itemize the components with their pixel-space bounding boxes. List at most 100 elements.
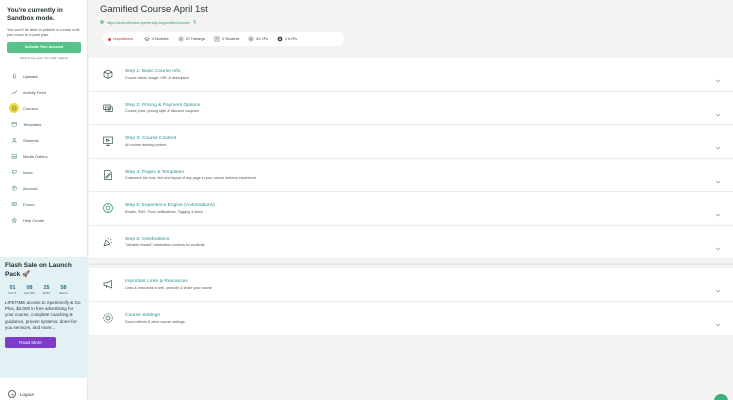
status-badge[interactable]: Unpublished bbox=[108, 37, 133, 41]
inbox-icon bbox=[9, 167, 19, 177]
templates-icon bbox=[9, 119, 19, 129]
chevron-down-icon[interactable] bbox=[715, 315, 721, 327]
step-celebrations[interactable]: Step 6: Celebrations "Variable reward" ce… bbox=[89, 226, 733, 259]
sidebar-item-help-center[interactable]: Help Center bbox=[0, 212, 87, 228]
kxps-stat: 0 KXPs bbox=[277, 36, 297, 42]
sidebar-item-courses[interactable]: Courses bbox=[0, 100, 87, 116]
modules-icon bbox=[144, 36, 150, 42]
important-links-resources[interactable]: Important Links & Resources Links & resou… bbox=[89, 268, 733, 302]
countdown-secs: 58 SECS bbox=[59, 285, 68, 295]
sidebar-item-label: Updates bbox=[23, 73, 38, 79]
chevron-down-icon[interactable] bbox=[715, 281, 721, 293]
courses-icon bbox=[9, 103, 19, 114]
countdown-days: 01 DAYS bbox=[8, 285, 17, 295]
settings-icon bbox=[101, 312, 114, 325]
sidebar-item-label: Forum bbox=[23, 201, 35, 207]
kxp-icon bbox=[277, 36, 283, 42]
megaphone-icon bbox=[101, 278, 114, 291]
course-stats-bar: Unpublished 4 Modules 20 Trainings 0 Stu… bbox=[103, 32, 344, 46]
step-title: Step 6: Celebrations bbox=[125, 236, 170, 242]
sidebar-item-forum[interactable]: Forum bbox=[0, 196, 87, 212]
page-title: Gamified Course April 1st bbox=[100, 4, 208, 15]
sidebar-item-label: Media Gallery bbox=[23, 153, 48, 159]
chevron-down-icon[interactable] bbox=[715, 205, 721, 217]
help-icon bbox=[9, 215, 19, 225]
step-desc: Customize the look, feel and layout of a… bbox=[125, 176, 257, 180]
modules-stat: 4 Modules bbox=[144, 36, 169, 42]
chevron-down-icon[interactable] bbox=[715, 239, 721, 251]
step-course-content[interactable]: Step 3: Course Content All course trainin… bbox=[89, 125, 733, 159]
trainings-icon bbox=[178, 36, 183, 42]
students-stat: 0 Students bbox=[214, 36, 239, 42]
copy-icon[interactable] bbox=[190, 20, 197, 25]
sidebar-item-students[interactable]: Students bbox=[0, 132, 87, 148]
forum-icon bbox=[9, 199, 19, 209]
go-live-link[interactable]: Click to see your "Go LIVE" options bbox=[7, 56, 81, 60]
read-more-button[interactable]: Read More bbox=[5, 337, 56, 349]
promo-title: Flash Sale on Launch Pack 🚀 bbox=[5, 262, 72, 278]
sidebar-item-account[interactable]: Account bbox=[0, 180, 87, 196]
account-icon bbox=[9, 183, 19, 193]
step-desc: All course training content bbox=[125, 142, 167, 147]
activity-icon bbox=[9, 87, 19, 97]
step-pricing-payment[interactable]: Step 2: Pricing & Payment Options Course … bbox=[89, 92, 733, 125]
course-extras: Important Links & Resources Links & resou… bbox=[89, 268, 733, 335]
money-icon bbox=[101, 101, 114, 114]
trainings-stat: 20 Trainings bbox=[178, 36, 205, 42]
countdown-timer: 01 DAYS 08 HOURS 25 MINS 58 SECS bbox=[5, 285, 83, 295]
step-title: Step 3: Course Content bbox=[125, 136, 177, 141]
course-url-text[interactable]: https://learnxferkaer.xperiencify.io/gam… bbox=[107, 21, 190, 25]
sidebar-item-activity-feed[interactable]: Activity Feed bbox=[0, 84, 87, 100]
activate-account-button[interactable]: Activate Your Account bbox=[7, 42, 81, 54]
promo-text: LIFETIME access to Xperiencify & Go Plus… bbox=[5, 300, 81, 330]
chevron-down-icon[interactable] bbox=[715, 138, 721, 150]
sandbox-notice: You're currently in Sandbox mode. You wo… bbox=[0, 0, 87, 60]
step-basic-course-info[interactable]: Step 1: Basic Course Info Course name, im… bbox=[89, 58, 733, 92]
sidebar-item-updates[interactable]: Updates bbox=[0, 68, 87, 84]
edit-page-icon bbox=[101, 168, 114, 181]
course-steps: Step 1: Basic Course Info Course name, im… bbox=[89, 58, 733, 259]
sidebar-item-label: Templates bbox=[23, 121, 42, 127]
step-title: Course Settings bbox=[125, 313, 160, 318]
sidebar-item-templates[interactable]: Templates bbox=[0, 116, 87, 132]
course-header: Gamified Course April 1st https://learnx… bbox=[88, 0, 733, 52]
sidebar: You're currently in Sandbox mode. You wo… bbox=[0, 0, 88, 400]
sandbox-text: You won't be able to publish a course un… bbox=[7, 27, 80, 38]
sidebar-item-label: Activity Feed bbox=[23, 89, 46, 95]
sidebar-item-label: Students bbox=[23, 137, 39, 143]
logout-button[interactable]: Logout bbox=[8, 390, 34, 398]
step-title: Step 4: Pages & Templates bbox=[125, 169, 184, 175]
step-desc: Sound effects & other course settings bbox=[125, 319, 185, 324]
logout-label: Logout bbox=[20, 391, 34, 397]
countdown-mins: 25 MINS bbox=[42, 285, 51, 295]
xp-icon bbox=[249, 36, 254, 42]
step-desc: Course price, pricing style & discount c… bbox=[125, 109, 199, 113]
rocket-icon bbox=[9, 71, 19, 81]
countdown-hours: 08 HOURS bbox=[23, 285, 36, 295]
chevron-down-icon[interactable] bbox=[715, 71, 721, 83]
chat-button[interactable] bbox=[714, 394, 728, 400]
chevron-down-icon[interactable] bbox=[715, 105, 721, 117]
globe-icon bbox=[100, 20, 107, 25]
course-url[interactable]: https://learnxferkaer.xperiencify.io/gam… bbox=[100, 20, 196, 25]
chevron-down-icon[interactable] bbox=[715, 172, 721, 184]
course-settings[interactable]: Course Settings Sound effects & other cou… bbox=[89, 302, 733, 336]
sidebar-item-media-gallery[interactable]: Media Gallery bbox=[0, 148, 87, 164]
xps-stat: 63 XPs bbox=[248, 36, 268, 42]
step-title: Important Links & Resources bbox=[125, 279, 188, 284]
monitor-icon bbox=[101, 135, 114, 148]
step-experience-engine[interactable]: Step 5: Experience Engine (Automations) E… bbox=[89, 192, 733, 226]
step-title: Step 2: Pricing & Payment Options bbox=[125, 102, 201, 108]
step-pages-templates[interactable]: Step 4: Pages & Templates Customize the l… bbox=[89, 159, 733, 192]
confetti-icon bbox=[101, 235, 114, 248]
sidebar-item-label: Account bbox=[23, 185, 38, 191]
sidebar-item-inbox[interactable]: Inbox bbox=[0, 164, 87, 180]
step-title: Step 1: Basic Course Info bbox=[125, 69, 181, 74]
sidebar-item-label: Help Center bbox=[23, 217, 45, 223]
gallery-icon bbox=[9, 151, 19, 161]
sidebar-item-label: Courses bbox=[23, 105, 38, 111]
step-desc: Links & resources to sell, promote & sha… bbox=[125, 285, 213, 290]
section-divider bbox=[89, 263, 733, 265]
logout-icon bbox=[8, 390, 16, 398]
step-desc: "Variable reward" celebration screens fo… bbox=[125, 243, 205, 247]
